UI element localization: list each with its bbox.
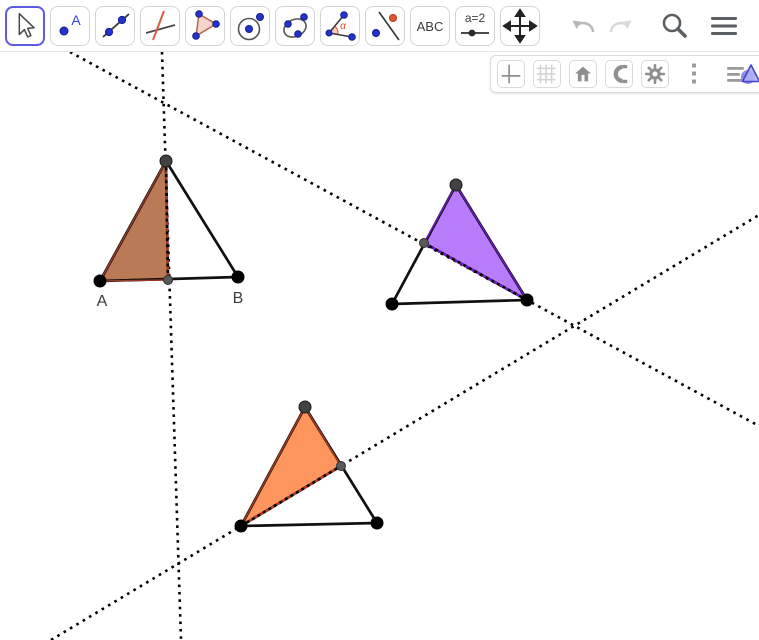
- angle-tool-label: α: [340, 21, 346, 32]
- toolbar-actions: [569, 11, 759, 41]
- text-tool-label: ABC: [417, 19, 444, 34]
- angle-icon: α: [325, 10, 356, 41]
- vertex-point[interactable]: [385, 297, 399, 311]
- undo-icon: [572, 20, 595, 32]
- grid-icon: [536, 64, 556, 84]
- line-tool-button[interactable]: [95, 5, 135, 46]
- perpendicular-line-tool-button[interactable]: [140, 5, 180, 46]
- move-tool-button[interactable]: [5, 5, 45, 46]
- fold-line-descending[interactable]: [69, 52, 759, 428]
- vertex-point[interactable]: [370, 516, 384, 530]
- polygon-icon: [192, 9, 220, 40]
- toggle-axes-button[interactable]: [497, 60, 525, 88]
- triangle-brown-edge: [99, 279, 169, 282]
- point-icon: A: [59, 12, 81, 35]
- text-icon: ABC: [417, 19, 444, 34]
- search-button[interactable]: [659, 11, 689, 41]
- polygon-tool-button[interactable]: [185, 5, 225, 46]
- home-icon: [575, 66, 591, 82]
- move-graphics-view-tool-button[interactable]: [500, 5, 540, 46]
- menu-button[interactable]: [709, 13, 739, 39]
- point-tool-label: A: [71, 12, 81, 28]
- point-B[interactable]: [231, 270, 245, 284]
- fold-line-vertical[interactable]: [160, 52, 183, 640]
- perpendicular-line-icon: [145, 10, 176, 40]
- angle-tool-button[interactable]: α: [320, 5, 360, 46]
- settings-button[interactable]: [641, 60, 669, 88]
- style-panel-icon: [727, 64, 759, 84]
- toggle-grid-button[interactable]: [533, 60, 561, 88]
- text-tool-button[interactable]: ABC: [410, 5, 450, 46]
- point-A[interactable]: [93, 274, 107, 288]
- kebab-menu-icon: [692, 63, 696, 84]
- ellipse-tool-button[interactable]: [275, 5, 315, 46]
- ellipse-icon: [283, 12, 308, 38]
- reflect-tool-button[interactable]: [365, 5, 405, 46]
- vertex-point[interactable]: [520, 293, 534, 307]
- main-toolbar: A α ABC a=2: [0, 0, 759, 52]
- gear-icon: [644, 63, 666, 85]
- point-tool-button[interactable]: A: [50, 5, 90, 46]
- move-view-icon: [502, 7, 538, 44]
- stylebar-panel-toggle-button[interactable]: [723, 60, 759, 88]
- snap-to-grid-button[interactable]: [605, 60, 633, 88]
- point-label-A: A: [97, 293, 108, 310]
- point-label-B: B: [233, 290, 244, 307]
- fold-point[interactable]: [336, 461, 346, 471]
- axes-icon: [501, 64, 521, 84]
- fold-point[interactable]: [163, 275, 173, 285]
- slider-tool-label: a=2: [465, 11, 486, 25]
- more-options-button[interactable]: [685, 60, 703, 88]
- redo-icon: [609, 20, 632, 32]
- triangle-orange-fill[interactable]: [241, 407, 341, 526]
- circle-tool-button[interactable]: [230, 5, 270, 46]
- vertex-point[interactable]: [159, 154, 173, 168]
- home-button[interactable]: [569, 60, 597, 88]
- vertex-point[interactable]: [234, 519, 248, 533]
- slider-tool-button[interactable]: a=2: [455, 5, 495, 46]
- geometry-construction: AB: [50, 52, 759, 640]
- search-icon: [662, 13, 687, 38]
- graphics-view[interactable]: AB: [0, 52, 759, 640]
- reflect-about-line-icon: [372, 11, 400, 40]
- magnet-icon: [613, 64, 628, 84]
- undo-button[interactable]: [569, 13, 596, 39]
- graphics-stylebar: [490, 55, 759, 93]
- vertex-point[interactable]: [449, 178, 463, 192]
- fold-point[interactable]: [419, 238, 429, 248]
- cursor-icon: [18, 12, 35, 38]
- vertex-point[interactable]: [298, 400, 312, 414]
- redo-button[interactable]: [608, 13, 635, 39]
- line-icon: [102, 12, 130, 38]
- triangle-purple-fill[interactable]: [424, 185, 527, 300]
- circle-icon: [237, 12, 264, 40]
- slider-icon: a=2: [461, 11, 489, 36]
- hamburger-menu-icon: [711, 16, 737, 35]
